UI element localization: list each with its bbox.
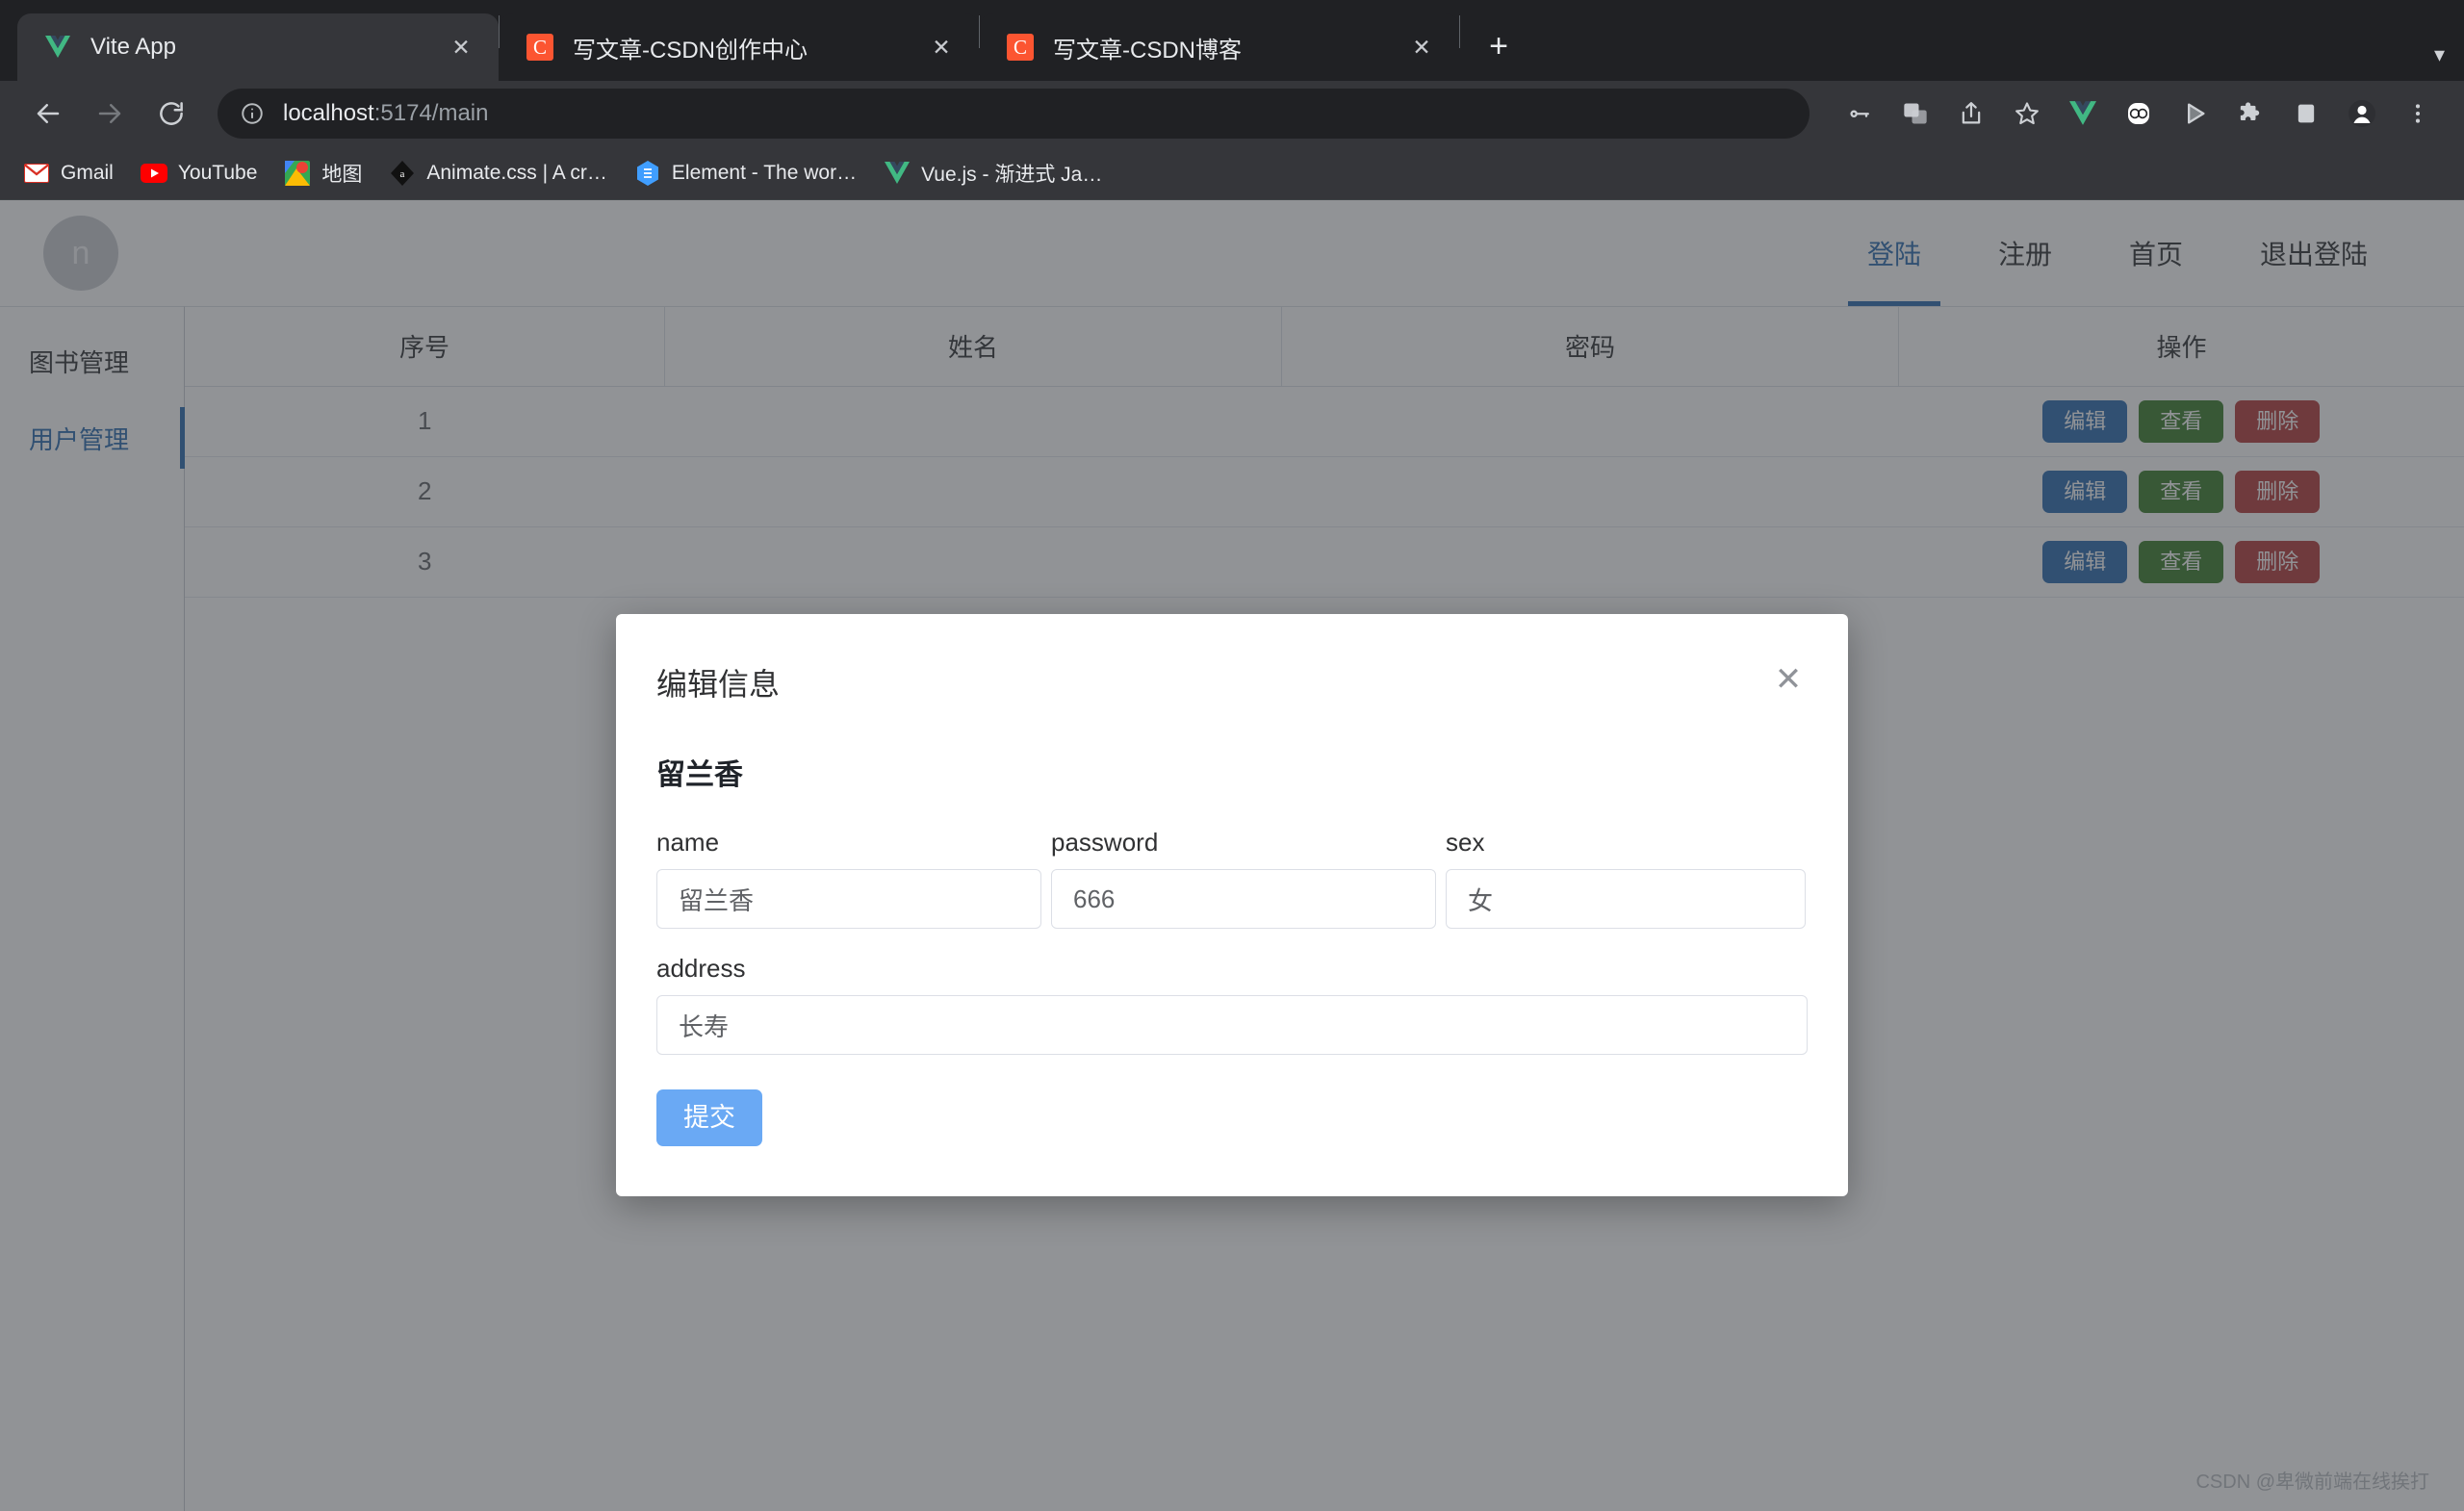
bookmark-label: 地图 xyxy=(321,163,363,186)
toolbar-actions xyxy=(1827,90,2441,137)
bookmark-label: Animate.css | A cr… xyxy=(426,161,607,184)
bookmark-vuejs[interactable]: Vue.js - 渐进式 Ja… xyxy=(884,159,1102,188)
field-sex: sex xyxy=(1446,828,1806,929)
label-sex: sex xyxy=(1446,828,1485,857)
close-icon[interactable]: ✕ xyxy=(1405,31,1438,64)
field-password: password xyxy=(1051,828,1436,929)
extensions-puzzle-icon[interactable] xyxy=(2227,90,2273,137)
label-name: name xyxy=(656,828,720,857)
field-name: name xyxy=(656,828,1041,929)
url-path: :5174/main xyxy=(373,100,489,126)
tab-divider xyxy=(1459,15,1460,48)
edit-info-dialog: 编辑信息 ✕ 留兰香 name password sex a xyxy=(616,614,1848,1196)
vue-logo-icon xyxy=(884,160,911,187)
bookmarks-bar: Gmail YouTube 地图 a Animate.css | A cr… E… xyxy=(0,146,2464,200)
youtube-icon xyxy=(140,160,167,187)
dialog-header: 编辑信息 ✕ xyxy=(656,660,1808,704)
bookmark-label: Gmail xyxy=(61,161,114,184)
csdn-logo-icon: C xyxy=(525,32,555,63)
bookmark-label: YouTube xyxy=(177,161,258,184)
forward-button[interactable] xyxy=(85,89,135,139)
tab-search-chevron-down-icon[interactable]: ▾ xyxy=(2434,42,2445,67)
csdn-logo-icon: C xyxy=(1005,32,1036,63)
tab-strip: Vite App ✕ C 写文章-CSDN创作中心 ✕ C 写文章-CSDN博客… xyxy=(0,0,2464,81)
tab-title: 写文章-CSDN创作中心 xyxy=(573,37,808,64)
address-input[interactable] xyxy=(656,995,1808,1055)
field-address: address xyxy=(656,954,1808,1055)
glasses-extension-icon[interactable] xyxy=(2116,90,2162,137)
bookmark-element-ui[interactable]: Element - The wor… xyxy=(634,160,857,187)
address-bar-text: localhost:5174/main xyxy=(283,100,488,127)
share-icon[interactable] xyxy=(1948,90,1994,137)
close-icon[interactable]: ✕ xyxy=(445,31,477,64)
translate-icon[interactable] xyxy=(1892,90,1938,137)
name-input[interactable] xyxy=(656,869,1041,929)
url-host: localhost xyxy=(283,100,374,126)
bookmark-label: Element - The wor… xyxy=(671,161,858,184)
vue-devtools-icon[interactable] xyxy=(2060,90,2106,137)
bookmark-gmail[interactable]: Gmail xyxy=(23,160,114,187)
tab-title: 写文章-CSDN博客 xyxy=(1053,37,1242,64)
play-extension-icon[interactable] xyxy=(2171,90,2218,137)
browser-window: Vite App ✕ C 写文章-CSDN创作中心 ✕ C 写文章-CSDN博客… xyxy=(0,0,2464,1511)
dialog-subtitle: 留兰香 xyxy=(656,759,743,791)
sex-input[interactable] xyxy=(1446,869,1806,929)
element-ui-icon xyxy=(634,160,661,187)
page-viewport: n 登陆 注册 首页 退出登陆 图书管理 用户管理 xyxy=(0,200,2464,1511)
svg-text:C: C xyxy=(533,36,547,59)
browser-tab-vite-app[interactable]: Vite App ✕ xyxy=(17,13,499,81)
bookmark-youtube[interactable]: YouTube xyxy=(140,160,258,187)
google-maps-icon xyxy=(284,160,311,187)
browser-toolbar: localhost:5174/main xyxy=(0,81,2464,146)
back-button[interactable] xyxy=(23,89,73,139)
address-bar[interactable]: localhost:5174/main xyxy=(218,89,1810,139)
svg-text:a: a xyxy=(400,168,405,180)
tab-title: Vite App xyxy=(90,34,176,60)
chrome-menu-icon[interactable] xyxy=(2395,90,2441,137)
submit-button[interactable]: 提交 xyxy=(656,1089,762,1146)
new-tab-button[interactable]: + xyxy=(1472,19,1526,73)
close-icon[interactable]: ✕ xyxy=(1769,660,1808,699)
bookmark-maps[interactable]: 地图 xyxy=(284,159,362,188)
password-key-icon[interactable] xyxy=(1836,90,1883,137)
reload-button[interactable] xyxy=(146,89,196,139)
browser-tab-csdn-create[interactable]: C 写文章-CSDN创作中心 ✕ xyxy=(500,13,979,81)
svg-text:C: C xyxy=(1014,36,1027,59)
form-row-1: name password sex xyxy=(656,828,1808,929)
label-password: password xyxy=(1051,828,1159,857)
bookmark-star-icon[interactable] xyxy=(2004,90,2050,137)
close-icon[interactable]: ✕ xyxy=(925,31,958,64)
profile-avatar-icon[interactable] xyxy=(2339,90,2385,137)
animate-css-icon: a xyxy=(389,160,416,187)
bookmark-animate-css[interactable]: a Animate.css | A cr… xyxy=(389,160,607,187)
password-input[interactable] xyxy=(1051,869,1436,929)
dialog-title: 编辑信息 xyxy=(656,667,781,702)
browser-tab-csdn-blog[interactable]: C 写文章-CSDN博客 ✕ xyxy=(980,13,1459,81)
label-address: address xyxy=(656,954,746,983)
gmail-icon xyxy=(23,160,50,187)
side-panel-icon[interactable] xyxy=(2283,90,2329,137)
bookmark-label: Vue.js - 渐进式 Ja… xyxy=(921,163,1103,186)
vue-logo-icon xyxy=(42,32,73,63)
info-circle-icon[interactable] xyxy=(239,100,266,127)
